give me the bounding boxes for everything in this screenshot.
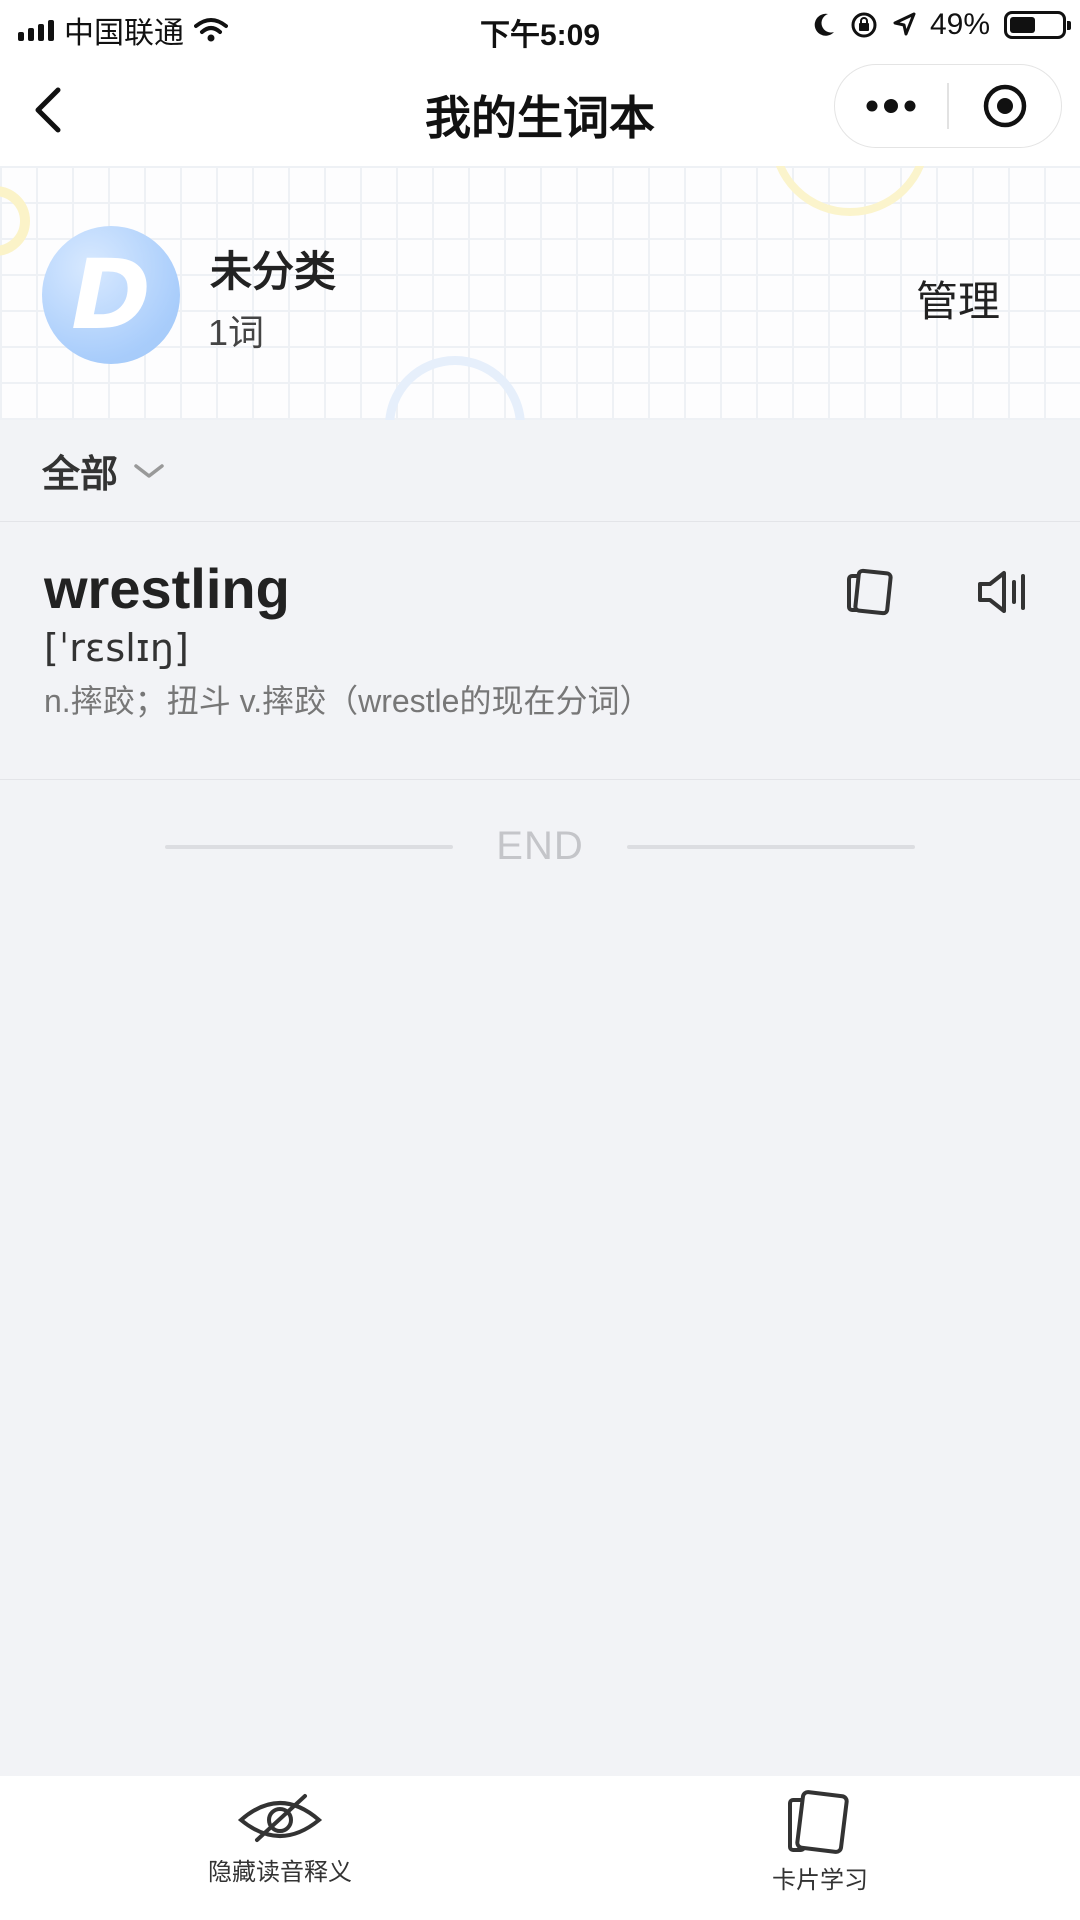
category-name: 未分类 (210, 248, 337, 295)
card-stack-icon (788, 1790, 849, 1854)
battery-percent: 49% (929, 8, 990, 41)
battery-icon (1004, 11, 1071, 39)
word-card-button[interactable] (840, 562, 900, 622)
word-list-item[interactable]: wrestling [ˈrɛslɪŋ] n.摔跤；扭斗 v.摔跤（wrestle… (0, 522, 1080, 780)
word-text: wrestling (44, 557, 290, 620)
mini-program-capsule (834, 64, 1062, 148)
pronounce-button[interactable] (974, 562, 1034, 622)
eye-slash-icon (237, 1794, 323, 1842)
avatar: D (42, 226, 180, 364)
end-divider-right (627, 845, 915, 849)
more-button[interactable] (835, 65, 947, 147)
moon-icon (814, 13, 834, 36)
close-button[interactable] (949, 65, 1061, 147)
card-study-label: 卡片学习 (772, 1867, 868, 1894)
target-circle-icon (983, 84, 1027, 128)
decor-ring-left (0, 186, 30, 256)
end-label: END (496, 824, 584, 868)
card-study-button[interactable]: 卡片学习 (700, 1790, 940, 1895)
decor-ring-bottom (385, 356, 525, 420)
nav-bar: 我的生词本 (0, 56, 1080, 166)
hide-meaning-button[interactable]: 隐藏读音释义 (160, 1790, 400, 1887)
status-bar: 中国联通 下午5:09 49% (0, 0, 1080, 56)
hide-meaning-label: 隐藏读音释义 (208, 1859, 352, 1886)
word-meaning: n.摔跤；扭斗 v.摔跤（wrestle的现在分词） (44, 683, 652, 719)
speaker-icon (978, 571, 1025, 613)
card-icon (847, 568, 893, 616)
manage-button[interactable]: 管理 (916, 268, 1000, 329)
category-header: D 未分类 1词 管理 (0, 166, 1080, 420)
location-icon (893, 12, 916, 36)
more-dots-icon (866, 99, 916, 113)
word-count: 1词 (208, 312, 265, 353)
chevron-down-icon (134, 463, 164, 478)
avatar-letter: D (71, 239, 151, 351)
decor-ring-top (770, 166, 930, 216)
status-right: 49% (812, 8, 1071, 42)
filter-dropdown[interactable]: 全部 (0, 420, 1080, 522)
word-phonetic: [ˈrɛslɪŋ] (44, 626, 189, 670)
filter-label: 全部 (42, 454, 119, 496)
rotation-lock-icon (851, 12, 877, 38)
bottom-toolbar: 隐藏读音释义 卡片学习 (0, 1776, 1080, 1920)
